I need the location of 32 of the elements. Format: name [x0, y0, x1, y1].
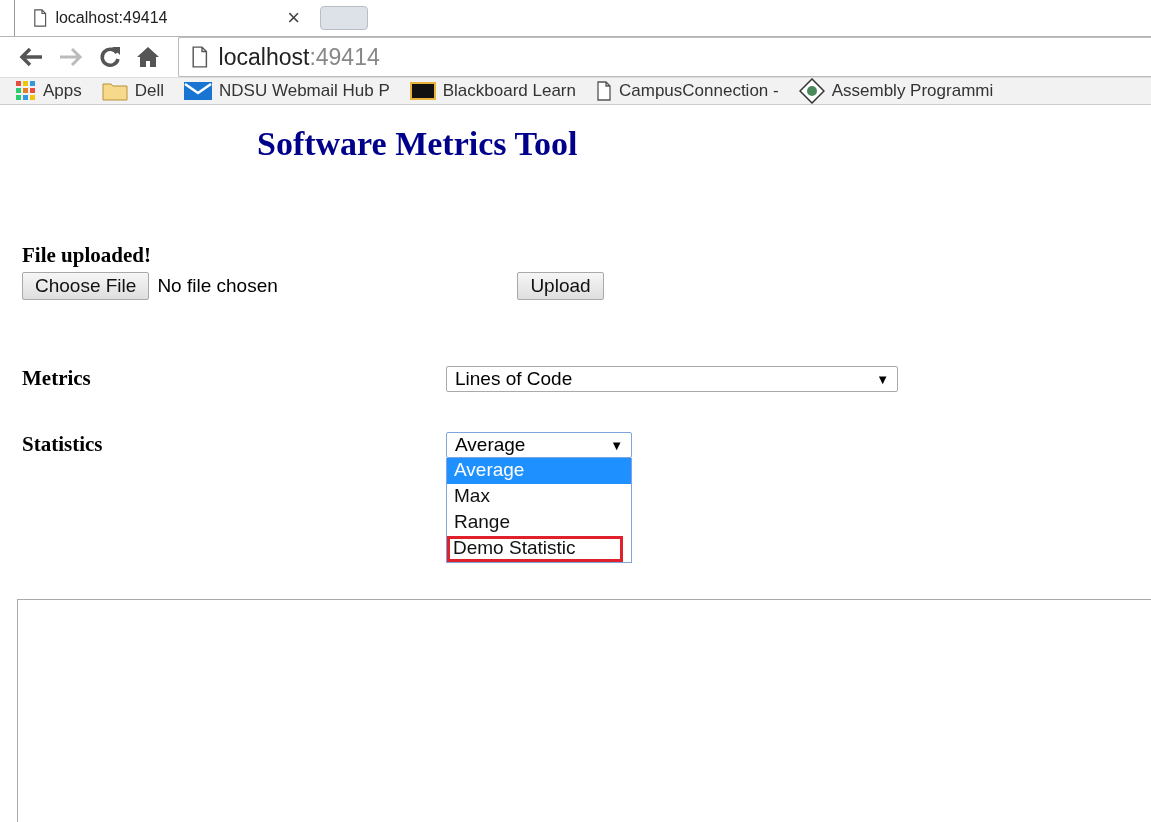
document-icon	[191, 46, 209, 68]
close-tab-button[interactable]: ×	[287, 5, 300, 31]
bookmark[interactable]: NDSU Webmail Hub P	[184, 81, 390, 101]
statistics-dropdown[interactable]: Average ▼	[446, 432, 632, 458]
bookmark[interactable]: Dell	[101, 81, 165, 101]
reload-button[interactable]	[98, 45, 122, 69]
bookmark[interactable]: Assembly Programmi	[798, 78, 994, 104]
envelope-icon	[184, 82, 213, 100]
square-logo-icon	[409, 82, 436, 100]
dropdown-option[interactable]: Demo Statistic	[447, 536, 623, 562]
apps-grid-icon	[16, 81, 36, 101]
address-bar[interactable]: localhost:49414	[178, 37, 1151, 77]
metrics-dropdown[interactable]: Lines of Code ▼	[446, 366, 898, 392]
bookmark[interactable]: Apps	[16, 81, 82, 101]
file-name: No file chosen	[157, 275, 279, 297]
metrics-label: Metrics	[22, 366, 92, 391]
choose-file-button[interactable]: Choose File	[22, 272, 150, 300]
back-button[interactable]	[18, 46, 44, 68]
upload-status: File uploaded!	[22, 243, 151, 268]
tab-title: localhost:49414	[55, 9, 169, 27]
url-port: :49414	[309, 43, 380, 71]
url-host: localhost	[218, 43, 310, 71]
statistics-label: Statistics	[22, 432, 104, 457]
upload-button[interactable]: Upload	[517, 272, 604, 300]
folder-icon	[101, 81, 128, 101]
bookmark[interactable]: Blackboard Learn	[409, 81, 576, 101]
page-title: Software Metrics Tool	[257, 125, 579, 163]
bookmark[interactable]: CampusConnection -	[596, 81, 779, 101]
home-button[interactable]	[136, 46, 160, 68]
document-icon	[596, 81, 612, 101]
diamond-icon	[798, 78, 825, 104]
document-icon	[33, 9, 48, 27]
